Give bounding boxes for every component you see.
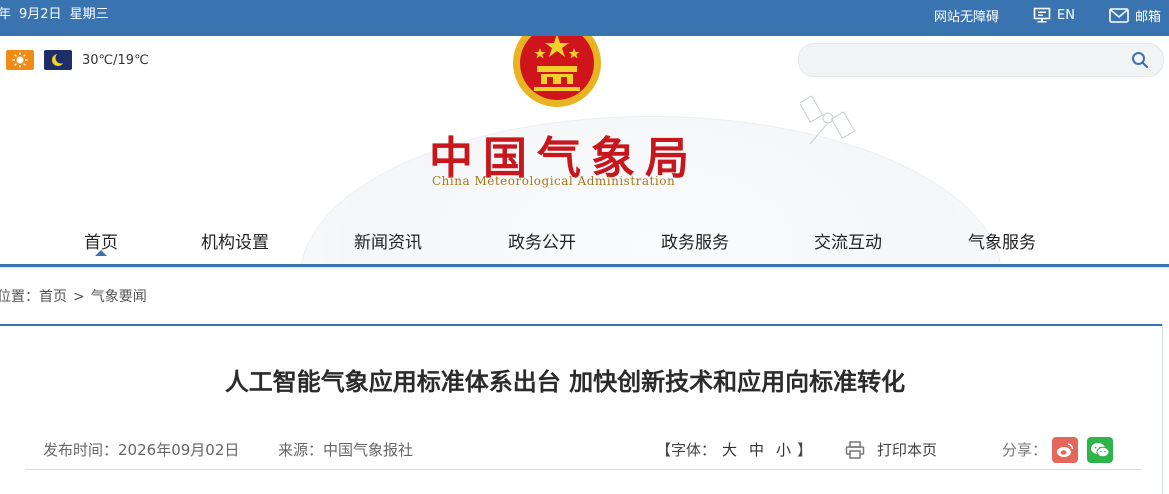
- satellite-icon: [800, 95, 856, 145]
- font-size-medium-button[interactable]: 中: [749, 441, 764, 459]
- nav-item-government-services[interactable]: 政务服务: [661, 228, 729, 253]
- temperature: 30℃/19℃: [82, 52, 149, 68]
- weibo-icon[interactable]: [1052, 437, 1078, 463]
- date-display: 年 9月2日 星期三: [0, 0, 117, 30]
- search-icon[interactable]: [1131, 51, 1149, 73]
- active-nav-indicator: [95, 250, 107, 256]
- font-label-close: 】: [797, 441, 813, 459]
- nav-item-news[interactable]: 新闻资讯: [354, 228, 422, 253]
- date-year-suffix: 年: [0, 7, 12, 22]
- date-month-day: 9月2日: [19, 7, 62, 22]
- weather-widget: 30℃/19℃: [6, 50, 149, 70]
- nav-item-meteorological-services[interactable]: 气象服务: [968, 228, 1036, 253]
- source-label: 来源：: [278, 441, 324, 459]
- weekday: 星期三: [69, 7, 109, 22]
- moon-icon: [44, 50, 72, 70]
- article-title: 人工智能气象应用标准体系出台 加快创新技术和应用向标准转化: [224, 368, 906, 396]
- breadcrumb-prefix: 位置：: [0, 289, 39, 305]
- content-right-border: [1162, 324, 1163, 494]
- english-link[interactable]: EN: [1033, 7, 1075, 23]
- mail-label: 邮箱: [1134, 9, 1161, 25]
- breadcrumb-separator: >: [73, 289, 85, 305]
- english-label: EN: [1057, 7, 1075, 23]
- font-size-control: 【字体： 大中小】: [656, 439, 812, 460]
- nav-item-government-affairs[interactable]: 政务公开: [508, 228, 576, 253]
- top-bar: 年 9月2日 星期三 网站无障碍 EN 邮箱: [0, 0, 1169, 36]
- monitor-icon: [1033, 7, 1051, 23]
- logo-english-name: China Meteorological Administration: [432, 174, 676, 188]
- meta-bottom-border: [25, 469, 1141, 470]
- site-header: 30℃/19℃ 中国气象局 China Meteorological Admin…: [0, 36, 1169, 266]
- mail-link[interactable]: 邮箱: [1109, 6, 1161, 25]
- source-info: 来源：中国气象报社: [278, 439, 413, 460]
- publish-info: 发布时间：2026年09月02日: [43, 439, 239, 460]
- source-name: 中国气象报社: [323, 441, 414, 459]
- publish-date: 2026年09月02日: [118, 441, 240, 459]
- nav-item-organization[interactable]: 机构设置: [201, 228, 269, 253]
- print-button[interactable]: 打印本页: [845, 439, 937, 460]
- breadcrumb: 位置：首页 > 气象要闻: [0, 286, 147, 306]
- publish-label: 发布时间：: [43, 441, 119, 459]
- accessibility-label: 网站无障碍: [934, 9, 1000, 25]
- share-label: 分享：: [1002, 441, 1048, 459]
- main-nav: 首页 机构设置 新闻资讯 政务公开 政务服务 交流互动 气象服务: [0, 228, 1169, 264]
- accessibility-link[interactable]: 网站无障碍: [934, 6, 999, 25]
- sun-icon: [6, 50, 34, 70]
- font-label-open: 【字体：: [656, 441, 717, 459]
- print-label: 打印本页: [877, 441, 938, 459]
- national-emblem-icon: [510, 36, 604, 110]
- search-input[interactable]: [813, 50, 1117, 72]
- wechat-icon[interactable]: [1087, 437, 1113, 463]
- nav-shadow: [0, 267, 1169, 270]
- font-size-large-button[interactable]: 大: [722, 441, 737, 459]
- content-top-border: [0, 324, 1162, 326]
- nav-item-interaction[interactable]: 交流互动: [814, 228, 882, 253]
- font-size-small-button[interactable]: 小: [776, 441, 791, 459]
- breadcrumb-home-link[interactable]: 首页: [39, 289, 67, 305]
- printer-icon: [845, 440, 865, 459]
- mail-icon: [1109, 7, 1129, 23]
- breadcrumb-current-link[interactable]: 气象要闻: [91, 289, 147, 305]
- article-meta: 发布时间：2026年09月02日 来源：中国气象报社 【字体： 大中小】 打印本页…: [0, 437, 1169, 463]
- search-box: [798, 43, 1164, 77]
